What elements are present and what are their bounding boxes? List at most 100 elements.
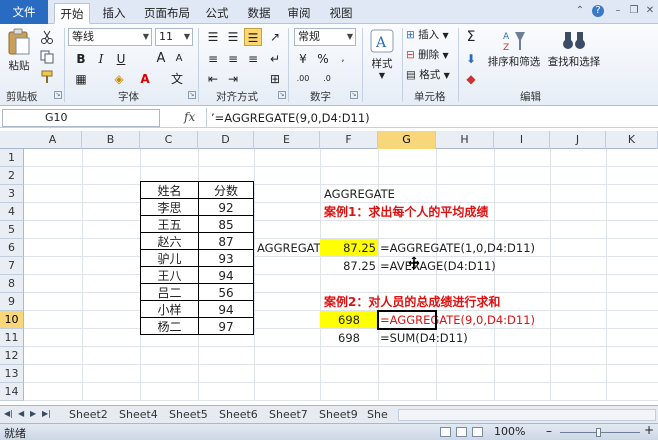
- font-size-combo[interactable]: 11 ▼: [155, 28, 193, 46]
- table-cell-score[interactable]: 97: [198, 317, 254, 335]
- cell-f3[interactable]: AGGREGATE: [324, 185, 395, 203]
- column-header-j[interactable]: J: [550, 131, 606, 149]
- table-cell-name[interactable]: 吕二: [140, 283, 199, 301]
- alignment-launcher-icon[interactable]: ↘: [278, 91, 286, 99]
- shrink-font-icon[interactable]: A: [170, 50, 188, 68]
- sheet-tab[interactable]: Sheet7: [266, 406, 311, 423]
- row-header-4[interactable]: 4: [0, 203, 24, 221]
- delete-cells-button[interactable]: ⊟ 删除 ▼: [406, 46, 449, 64]
- horizontal-scrollbar[interactable]: [398, 409, 656, 421]
- name-box[interactable]: G10: [2, 109, 160, 127]
- orientation-icon[interactable]: ↗: [266, 28, 284, 46]
- row-header-2[interactable]: 2: [0, 167, 24, 185]
- table-cell-name[interactable]: 小样: [140, 300, 199, 318]
- column-header-e[interactable]: E: [254, 131, 320, 149]
- cell-g11[interactable]: =SUM(D4:D11): [380, 329, 468, 347]
- tab-page-layout[interactable]: 页面布局: [140, 3, 194, 24]
- font-color-icon[interactable]: A: [136, 70, 154, 88]
- number-launcher-icon[interactable]: ↘: [350, 91, 358, 99]
- help-icon[interactable]: ?: [592, 5, 604, 17]
- column-header-g[interactable]: G: [378, 131, 436, 149]
- decrease-decimal-icon[interactable]: .0: [318, 70, 336, 88]
- tab-data[interactable]: 数据: [244, 3, 274, 24]
- last-sheet-icon[interactable]: ▶|: [42, 409, 51, 418]
- normal-view-icon[interactable]: [440, 427, 451, 437]
- align-right-icon[interactable]: ≡: [244, 50, 262, 68]
- phonetic-icon[interactable]: 文: [168, 70, 186, 88]
- zoom-level[interactable]: 100%: [494, 425, 525, 438]
- find-select-button[interactable]: 查找和选择: [544, 28, 604, 69]
- wrap-text-icon[interactable]: ↵: [266, 50, 284, 68]
- tab-view[interactable]: 视图: [326, 3, 356, 24]
- zoom-out-icon[interactable]: –: [546, 424, 552, 438]
- number-format-combo[interactable]: 常规 ▼: [294, 28, 356, 46]
- cell-f4-case1-title[interactable]: 案例1：求出每个人的平均成绩: [324, 203, 488, 221]
- cell-f6[interactable]: 87.25: [320, 239, 376, 257]
- autosum-icon[interactable]: Σ: [462, 28, 480, 46]
- styles-button[interactable]: A 样式 ▼: [366, 28, 398, 80]
- column-header-f[interactable]: F: [320, 131, 378, 149]
- underline-icon[interactable]: U: [112, 50, 130, 68]
- align-middle-icon[interactable]: ☰: [224, 28, 242, 46]
- column-header-h[interactable]: H: [436, 131, 494, 149]
- first-sheet-icon[interactable]: ◀|: [4, 409, 13, 418]
- format-cells-button[interactable]: ▤ 格式 ▼: [406, 66, 450, 84]
- table-cell-name[interactable]: 王八: [140, 266, 199, 284]
- row-header-5[interactable]: 5: [0, 221, 24, 239]
- cell-f9-case2-title[interactable]: 案例2：对人员的总成绩进行求和: [324, 293, 500, 311]
- table-cell-score[interactable]: 94: [198, 300, 254, 318]
- grow-font-icon[interactable]: A: [152, 50, 170, 68]
- active-cell-selection[interactable]: [377, 310, 437, 330]
- currency-icon[interactable]: ¥: [294, 50, 312, 68]
- column-header-a[interactable]: A: [24, 131, 82, 149]
- row-header-3[interactable]: 3: [0, 185, 24, 203]
- cell-g7[interactable]: =AVERAGE(D4:D11): [380, 257, 496, 275]
- table-cell-score[interactable]: 87: [198, 232, 254, 250]
- sheet-tab[interactable]: Sheet6: [216, 406, 261, 423]
- row-header-13[interactable]: 13: [0, 365, 24, 383]
- column-header-k[interactable]: K: [606, 131, 658, 149]
- copy-icon[interactable]: [40, 50, 54, 64]
- collapse-ribbon-icon[interactable]: ⌃: [574, 5, 586, 17]
- column-header-c[interactable]: C: [140, 131, 198, 149]
- cell-e6[interactable]: AGGREGATE: [257, 239, 328, 257]
- fill-icon[interactable]: ⬇: [462, 50, 480, 68]
- row-header-1[interactable]: 1: [0, 149, 24, 167]
- table-cell-score[interactable]: 56: [198, 283, 254, 301]
- formula-input[interactable]: ’=AGGREGATE(9,0,D4:D11): [206, 108, 658, 128]
- page-break-view-icon[interactable]: [472, 427, 483, 437]
- clear-icon[interactable]: ◆: [462, 70, 480, 88]
- zoom-slider-handle[interactable]: [596, 428, 601, 437]
- increase-indent-icon[interactable]: ⇥: [224, 70, 242, 88]
- table-header-name[interactable]: 姓名: [140, 181, 199, 199]
- next-sheet-icon[interactable]: ▶: [30, 409, 36, 418]
- row-header-14[interactable]: 14: [0, 383, 24, 401]
- table-cell-name[interactable]: 赵六: [140, 232, 199, 250]
- sheet-tab[interactable]: Sheet9: [316, 406, 361, 423]
- sheet-tab[interactable]: Sheet4: [116, 406, 161, 423]
- table-cell-name[interactable]: 李思: [140, 198, 199, 216]
- table-header-score[interactable]: 分数: [198, 181, 254, 199]
- table-cell-score[interactable]: 92: [198, 198, 254, 216]
- merge-center-icon[interactable]: ⊞: [266, 70, 284, 88]
- table-cell-name[interactable]: 杨二: [140, 317, 199, 335]
- tab-insert[interactable]: 插入: [98, 3, 130, 24]
- cell-f7[interactable]: 87.25: [320, 257, 376, 275]
- cell-f11[interactable]: 698: [320, 329, 360, 347]
- close-icon[interactable]: ✕: [644, 5, 656, 17]
- table-cell-score[interactable]: 85: [198, 215, 254, 233]
- tab-formulas[interactable]: 公式: [202, 3, 232, 24]
- column-header-i[interactable]: I: [494, 131, 550, 149]
- row-header-6[interactable]: 6: [0, 239, 24, 257]
- row-header-12[interactable]: 12: [0, 347, 24, 365]
- insert-cells-button[interactable]: ⊞ 插入 ▼: [406, 26, 449, 44]
- paste-button[interactable]: 粘贴: [4, 28, 34, 73]
- sheet-tab[interactable]: Sheet2: [66, 406, 111, 423]
- font-launcher-icon[interactable]: ↘: [188, 91, 196, 99]
- align-center-icon[interactable]: ≡: [224, 50, 242, 68]
- insert-function-icon[interactable]: fx: [184, 110, 195, 124]
- cell-g6[interactable]: =AGGREGATE(1,0,D4:D11): [380, 239, 535, 257]
- row-header-7[interactable]: 7: [0, 257, 24, 275]
- increase-decimal-icon[interactable]: .00: [294, 70, 312, 88]
- zoom-in-icon[interactable]: +: [644, 423, 654, 437]
